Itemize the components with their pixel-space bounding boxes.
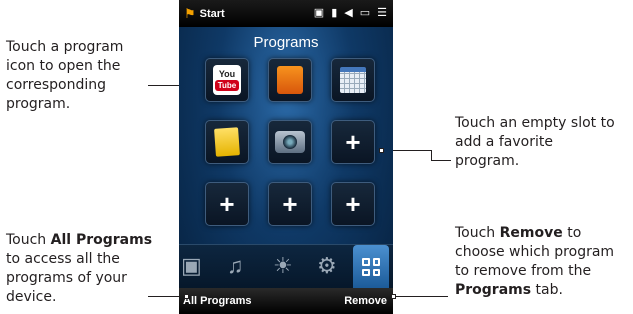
callout-add-favorite: Touch an empty slot to add a favorite pr… <box>455 114 615 171</box>
tab-bar: ▣ ♫ ☀ ⚙ <box>179 244 393 289</box>
callout-all-programs-post: to access all the programs of your devic… <box>6 251 127 305</box>
empty-slot[interactable]: + <box>331 182 375 226</box>
add-icon: + <box>345 189 361 219</box>
youtube-icon-bottom: Tube <box>214 80 240 91</box>
empty-slot[interactable]: + <box>205 182 249 226</box>
page-title: Programs <box>253 34 319 51</box>
calendar-icon <box>340 67 366 93</box>
program-slot-calendar[interactable] <box>331 58 375 102</box>
add-icon: + <box>219 189 235 219</box>
callout-open-program: Touch a program icon to open the corresp… <box>6 38 156 114</box>
notes-icon <box>214 127 240 157</box>
callout-remove-pre: Touch <box>455 225 500 241</box>
program-slot-notes[interactable] <box>205 120 249 164</box>
remove-softkey[interactable]: Remove <box>344 295 387 307</box>
windows-flag-icon[interactable]: ⚑ <box>184 6 196 22</box>
program-slot-rss[interactable] <box>268 58 312 102</box>
callout-all-programs: Touch All Programs to access all the pro… <box>6 231 166 307</box>
signal-icon[interactable]: ▮ <box>331 6 337 19</box>
leader-marker-remove <box>391 294 396 299</box>
youtube-icon: You Tube <box>213 65 241 95</box>
menu-icon[interactable]: ☰ <box>377 6 387 19</box>
battery-icon[interactable]: ▭ <box>360 6 370 19</box>
callout-remove-post: tab. <box>531 282 563 298</box>
volume-icon[interactable]: ◀ <box>344 6 352 19</box>
softkey-bar: All Programs Remove <box>179 288 393 314</box>
callout-remove: Touch Remove to choose which program to … <box>455 224 630 300</box>
programs-tab-icon[interactable] <box>353 245 389 289</box>
program-slot-camera[interactable] <box>268 120 312 164</box>
start-label[interactable]: Start <box>200 8 225 20</box>
rss-icon <box>277 66 303 94</box>
data-icon[interactable]: ▣ <box>314 6 324 19</box>
leader-marker-all-programs <box>184 294 189 299</box>
all-programs-softkey[interactable]: All Programs <box>183 295 251 307</box>
leader-line-add-favorite-v <box>431 150 432 160</box>
callout-open-program-text: Touch a program icon to open the corresp… <box>6 39 124 112</box>
phone-screen: ⚑ Start ▣ ▮ ◀ ▭ ☰ Programs You Tube + + … <box>179 0 393 314</box>
weather-tab-icon[interactable]: ☀ <box>273 255 293 277</box>
empty-slot[interactable]: + <box>268 182 312 226</box>
grid-icon <box>362 258 380 276</box>
callout-remove-bold-programs: Programs <box>455 282 532 298</box>
settings-tab-icon[interactable]: ⚙ <box>317 255 337 277</box>
program-slot-youtube[interactable]: You Tube <box>205 58 249 102</box>
callout-all-programs-bold: All Programs <box>50 232 153 248</box>
add-icon: + <box>345 127 361 157</box>
leader-line-remove <box>396 296 448 297</box>
leader-line-add-favorite-h2 <box>431 160 451 161</box>
camera-icon <box>275 131 305 153</box>
youtube-icon-top: You <box>218 69 236 79</box>
music-tab-icon[interactable]: ♫ <box>227 255 244 277</box>
callout-add-favorite-text: Touch an empty slot to add a favorite pr… <box>455 115 615 169</box>
add-icon: + <box>282 189 298 219</box>
leader-marker-add-favorite <box>379 148 384 153</box>
empty-slot[interactable]: + <box>331 120 375 164</box>
camera-tab-icon[interactable]: ▣ <box>181 255 202 277</box>
system-tray: ▣ ▮ ◀ ▭ ☰ <box>314 6 387 19</box>
callout-remove-bold: Remove <box>499 225 563 241</box>
callout-all-programs-pre: Touch <box>6 232 51 248</box>
status-bar: ⚑ Start ▣ ▮ ◀ ▭ ☰ <box>179 0 393 27</box>
